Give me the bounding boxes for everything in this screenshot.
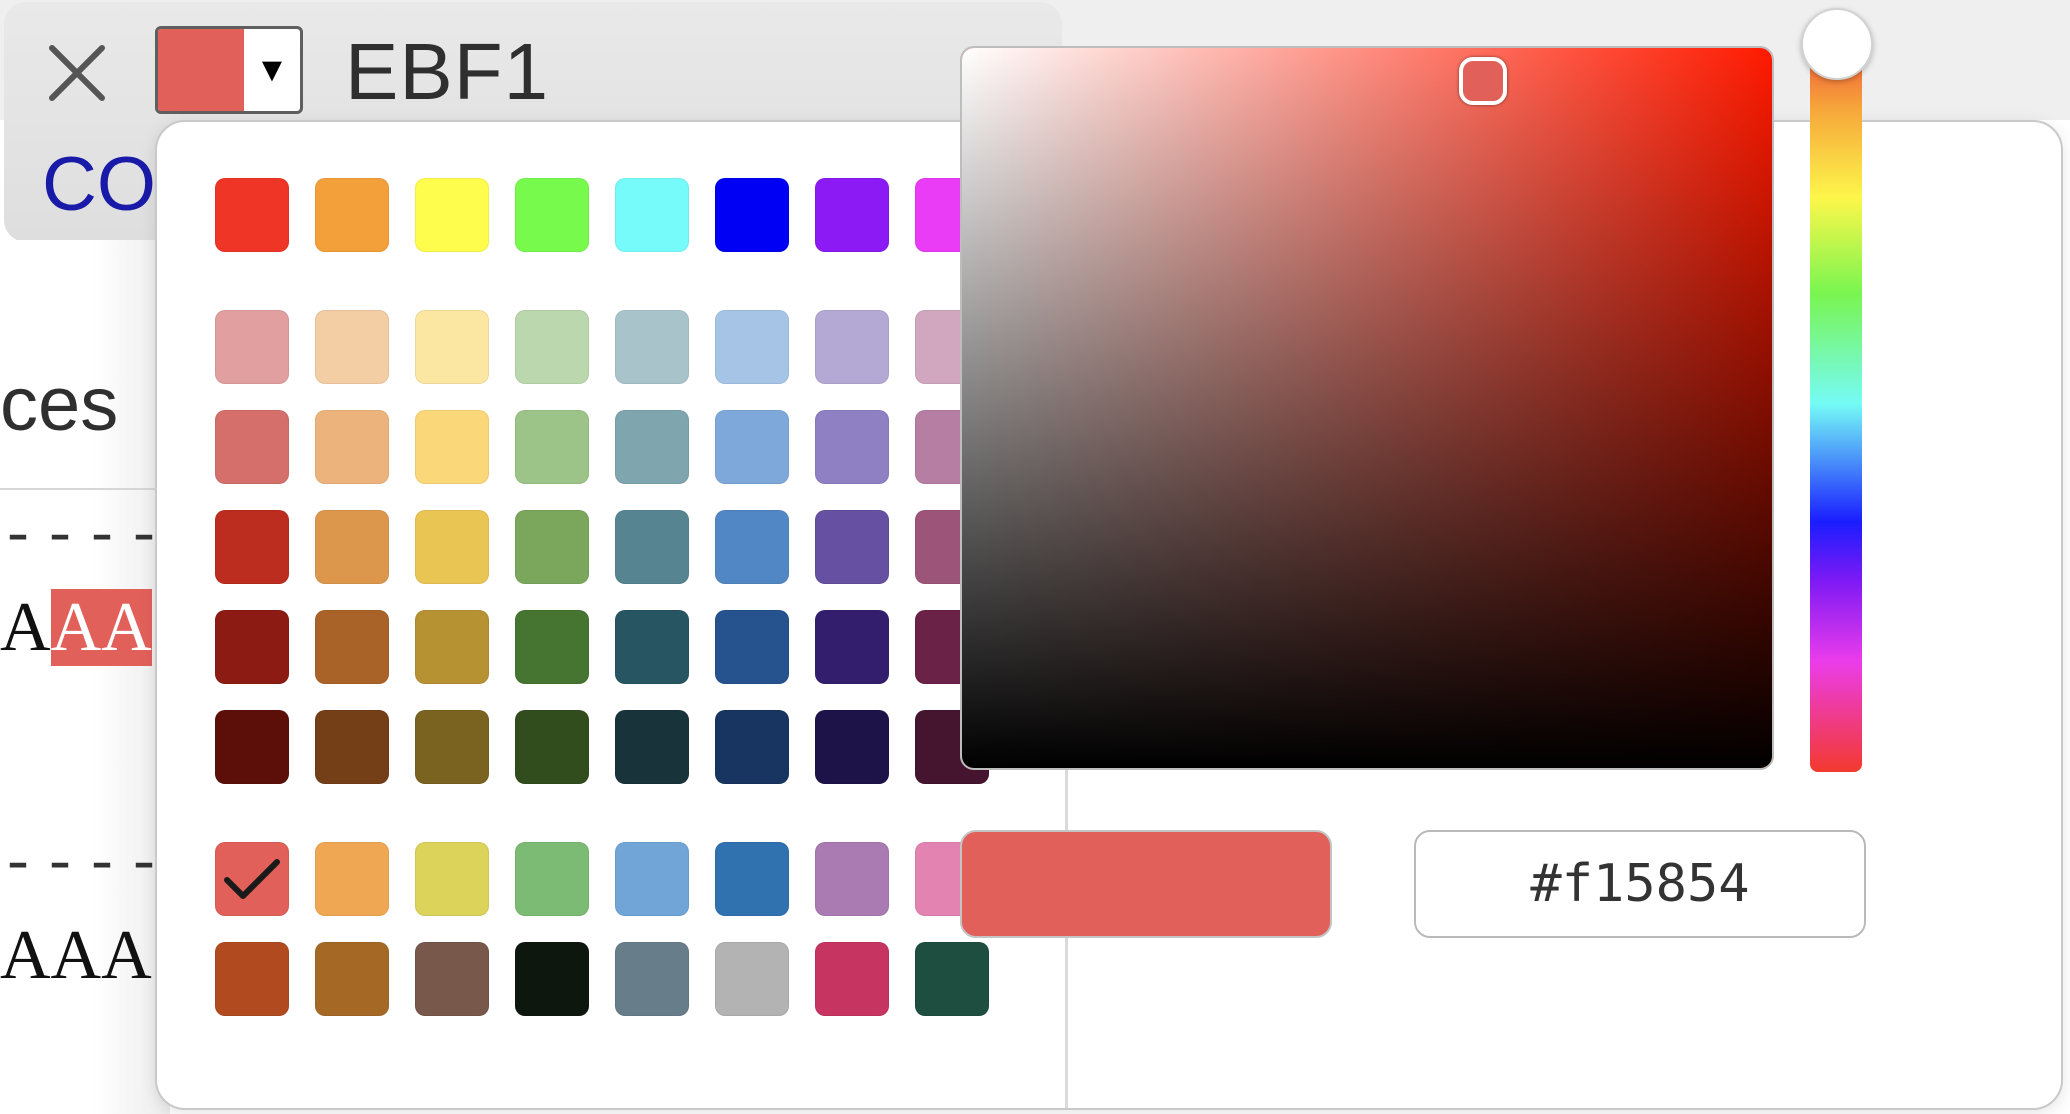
color-swatch[interactable] bbox=[515, 842, 589, 916]
color-swatch[interactable] bbox=[415, 710, 489, 784]
divider bbox=[0, 488, 170, 490]
color-swatch[interactable] bbox=[315, 410, 389, 484]
sequence-highlight: AA bbox=[50, 589, 152, 666]
color-swatch[interactable] bbox=[215, 710, 289, 784]
alignment-gap: ---- bbox=[0, 504, 169, 572]
color-swatch[interactable] bbox=[815, 842, 889, 916]
color-swatch[interactable] bbox=[315, 610, 389, 684]
color-swatch[interactable] bbox=[515, 410, 589, 484]
color-swatch[interactable] bbox=[215, 310, 289, 384]
color-swatch[interactable] bbox=[615, 610, 689, 684]
track-link[interactable]: CO bbox=[42, 140, 156, 230]
color-swatch[interactable] bbox=[615, 710, 689, 784]
color-swatch[interactable] bbox=[215, 610, 289, 684]
color-swatch[interactable] bbox=[515, 942, 589, 1016]
hex-input[interactable] bbox=[1414, 830, 1866, 938]
color-swatch[interactable] bbox=[515, 310, 589, 384]
color-swatch[interactable] bbox=[215, 510, 289, 584]
color-swatch[interactable] bbox=[415, 410, 489, 484]
saturation-value-handle[interactable] bbox=[1459, 57, 1507, 105]
color-swatch[interactable] bbox=[715, 510, 789, 584]
color-swatch[interactable] bbox=[315, 710, 389, 784]
color-swatch[interactable] bbox=[715, 710, 789, 784]
saturation-value-area[interactable] bbox=[960, 46, 1774, 770]
hue-slider-handle[interactable] bbox=[1801, 8, 1873, 80]
swatch-palette bbox=[157, 122, 1067, 1108]
swatch-row bbox=[215, 410, 989, 484]
color-swatch[interactable] bbox=[515, 610, 589, 684]
close-icon[interactable] bbox=[42, 38, 112, 108]
color-swatch[interactable] bbox=[815, 410, 889, 484]
color-swatch[interactable] bbox=[815, 510, 889, 584]
color-swatch[interactable] bbox=[815, 942, 889, 1016]
color-swatch[interactable] bbox=[815, 310, 889, 384]
sequence-row: AAA bbox=[0, 917, 152, 994]
color-swatch[interactable] bbox=[715, 310, 789, 384]
color-swatch[interactable] bbox=[415, 310, 489, 384]
color-swatch[interactable] bbox=[315, 310, 389, 384]
color-swatch[interactable] bbox=[815, 178, 889, 252]
current-color-swatch bbox=[158, 29, 244, 111]
color-swatch[interactable] bbox=[815, 610, 889, 684]
swatch-row bbox=[215, 710, 989, 784]
hue-slider[interactable] bbox=[1810, 36, 1862, 772]
color-swatch[interactable] bbox=[515, 710, 589, 784]
color-swatch[interactable] bbox=[215, 410, 289, 484]
color-swatch[interactable] bbox=[315, 942, 389, 1016]
color-swatch[interactable] bbox=[615, 842, 689, 916]
color-swatch[interactable] bbox=[315, 510, 389, 584]
color-swatch[interactable] bbox=[615, 510, 689, 584]
color-swatch[interactable] bbox=[415, 178, 489, 252]
swatch-row bbox=[215, 610, 989, 684]
color-swatch-selected[interactable] bbox=[215, 842, 289, 916]
color-dropdown-button[interactable]: ▼ bbox=[155, 26, 303, 114]
sequence-base: A bbox=[0, 589, 51, 666]
color-swatch[interactable] bbox=[615, 310, 689, 384]
color-swatch[interactable] bbox=[315, 842, 389, 916]
color-swatch[interactable] bbox=[715, 610, 789, 684]
color-swatch[interactable] bbox=[715, 410, 789, 484]
color-swatch[interactable] bbox=[715, 178, 789, 252]
swatch-row bbox=[215, 842, 989, 916]
color-swatch[interactable] bbox=[715, 942, 789, 1016]
swatch-row bbox=[215, 310, 989, 384]
color-swatch[interactable] bbox=[815, 710, 889, 784]
swatch-row bbox=[215, 510, 989, 584]
color-swatch[interactable] bbox=[615, 942, 689, 1016]
track-name: EBF1 bbox=[345, 27, 550, 116]
color-swatch[interactable] bbox=[915, 942, 989, 1016]
color-swatch[interactable] bbox=[615, 410, 689, 484]
section-label: ces bbox=[0, 362, 119, 447]
color-preview bbox=[960, 830, 1332, 938]
alignment-gap: ---- bbox=[0, 832, 169, 900]
color-swatch[interactable] bbox=[715, 842, 789, 916]
dropdown-arrow-icon: ▼ bbox=[255, 50, 289, 89]
checkmark-icon bbox=[224, 859, 280, 899]
color-swatch[interactable] bbox=[515, 510, 589, 584]
color-swatch[interactable] bbox=[415, 942, 489, 1016]
color-swatch[interactable] bbox=[615, 178, 689, 252]
color-swatch[interactable] bbox=[415, 510, 489, 584]
color-swatch[interactable] bbox=[215, 942, 289, 1016]
color-swatch[interactable] bbox=[415, 610, 489, 684]
color-swatch[interactable] bbox=[315, 178, 389, 252]
color-swatch[interactable] bbox=[215, 178, 289, 252]
color-swatch[interactable] bbox=[415, 842, 489, 916]
swatch-row bbox=[215, 942, 989, 1016]
swatch-row bbox=[215, 178, 989, 252]
sequence-row: AAA bbox=[0, 588, 152, 668]
value-layer bbox=[962, 48, 1772, 768]
color-swatch[interactable] bbox=[515, 178, 589, 252]
